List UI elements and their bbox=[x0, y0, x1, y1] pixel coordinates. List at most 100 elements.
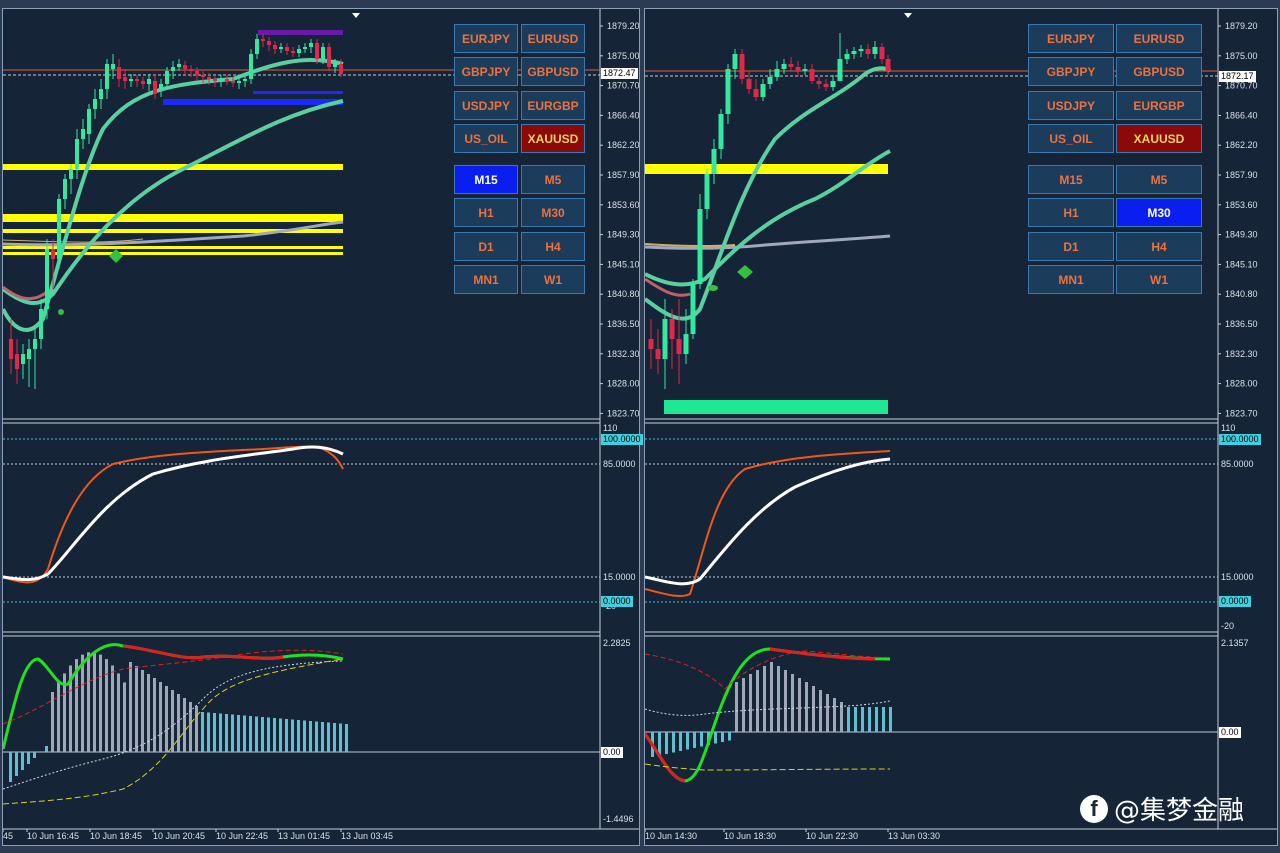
macd-bar bbox=[81, 654, 84, 752]
symbol-button-usdjpy[interactable]: USDJPY bbox=[454, 91, 518, 120]
candle-body bbox=[87, 109, 91, 134]
chart-window-left[interactable]: 1879.20 1875.00 1870.70 1866.40 1862.20 1857.… bbox=[2, 8, 643, 846]
symbol-button-us-oil[interactable]: US_OIL bbox=[454, 124, 518, 153]
macd-bar bbox=[309, 721, 312, 752]
symbol-button-eurgbp[interactable]: EURGBP bbox=[1116, 91, 1202, 120]
symbol-button-gbpusd[interactable]: GBPUSD bbox=[521, 57, 585, 86]
timeframe-button-m30[interactable]: M30 bbox=[1116, 198, 1202, 227]
macd-bar bbox=[345, 724, 348, 752]
candle-body bbox=[225, 79, 229, 81]
timeframe-button-m5[interactable]: M5 bbox=[1116, 165, 1202, 194]
candle-body bbox=[767, 77, 773, 84]
timeframe-button-h4[interactable]: H4 bbox=[1116, 232, 1202, 261]
candle-body bbox=[243, 79, 247, 81]
timeframe-button-h4[interactable]: H4 bbox=[521, 232, 585, 261]
macd-bar bbox=[243, 715, 246, 752]
candle-body bbox=[781, 64, 787, 69]
timeframe-button-h1[interactable]: H1 bbox=[454, 198, 518, 227]
symbol-button-eurgbp[interactable]: EURGBP bbox=[521, 91, 585, 120]
stoch-axis-15: 15.0000 bbox=[603, 572, 636, 582]
candle-body bbox=[760, 84, 766, 97]
timeframe-button-h1[interactable]: H1 bbox=[1028, 198, 1114, 227]
candle-body bbox=[823, 84, 829, 87]
candle-body bbox=[802, 69, 808, 71]
timeframe-button-w1[interactable]: W1 bbox=[521, 265, 585, 294]
candle-body bbox=[261, 39, 265, 41]
macd-bar bbox=[159, 682, 162, 752]
macd-bar bbox=[770, 662, 773, 732]
signal-dot bbox=[708, 285, 718, 291]
symbol-button-eurjpy[interactable]: EURJPY bbox=[1028, 24, 1114, 53]
candle-body bbox=[795, 67, 801, 71]
price-label: 1853.60 bbox=[1225, 200, 1258, 210]
price-label: 1845.10 bbox=[607, 259, 639, 269]
candle-body bbox=[648, 339, 654, 349]
symbol-button-gbpusd[interactable]: GBPUSD bbox=[1116, 57, 1202, 86]
symbol-button-us-oil[interactable]: US_OIL bbox=[1028, 124, 1114, 153]
macd-bar bbox=[255, 716, 258, 752]
stoch-main-line bbox=[3, 445, 344, 582]
timeframe-button-m15[interactable]: M15 bbox=[1028, 165, 1114, 194]
timeframe-button-d1[interactable]: D1 bbox=[454, 232, 518, 261]
price-label: 1875.00 bbox=[607, 51, 639, 61]
macd-bar bbox=[195, 706, 198, 752]
symbol-button-xauusd[interactable]: XAUUSD bbox=[1116, 124, 1202, 153]
macd-bar bbox=[249, 716, 252, 752]
time-label: 10 Jun 22:30 bbox=[806, 831, 858, 841]
timeframe-button-m5[interactable]: M5 bbox=[521, 165, 585, 194]
macd-bar bbox=[267, 717, 270, 752]
macd-bar bbox=[123, 682, 126, 752]
shift-marker[interactable] bbox=[352, 13, 360, 18]
macd-bar bbox=[147, 674, 150, 752]
stoch-axis-top: 110 bbox=[1221, 423, 1235, 433]
stoch-axis-85: 85.0000 bbox=[603, 459, 636, 469]
price-axis-left: 1879.20 1875.00 1870.70 1866.40 1862.20 1857.… bbox=[600, 21, 639, 418]
symbol-button-eurusd[interactable]: EURUSD bbox=[1116, 24, 1202, 53]
stoch-axis-15: 15.0000 bbox=[1221, 572, 1254, 582]
candle-body bbox=[303, 47, 307, 49]
candle-body bbox=[153, 81, 157, 94]
envelope-line bbox=[3, 285, 49, 301]
timeframe-button-mn1[interactable]: MN1 bbox=[1028, 265, 1114, 294]
timeframe-button-m30[interactable]: M30 bbox=[521, 198, 585, 227]
candle-body bbox=[753, 89, 759, 97]
price-label: 1866.40 bbox=[1225, 110, 1258, 120]
macd-bar bbox=[826, 694, 829, 732]
symbol-button-usdjpy[interactable]: USDJPY bbox=[1028, 91, 1114, 120]
stoch-axis-bottom: -20 bbox=[1221, 621, 1234, 631]
candle-body bbox=[93, 99, 97, 109]
candle-body bbox=[111, 64, 115, 69]
candle-body bbox=[57, 199, 61, 259]
support-zone bbox=[3, 246, 343, 249]
symbol-button-gbpjpy[interactable]: GBPJPY bbox=[1028, 57, 1114, 86]
price-label: 1870.70 bbox=[607, 81, 639, 91]
macd-bar bbox=[700, 732, 703, 747]
timeframe-button-d1[interactable]: D1 bbox=[1028, 232, 1114, 261]
macd-bar bbox=[819, 690, 822, 732]
macd-bar bbox=[315, 721, 318, 752]
symbol-button-gbpjpy[interactable]: GBPJPY bbox=[454, 57, 518, 86]
macd-bar bbox=[749, 674, 752, 732]
macd-axis-top: 2.2825 bbox=[603, 638, 631, 648]
macd-bar bbox=[686, 732, 689, 750]
candle-body bbox=[177, 64, 181, 67]
symbol-button-eurjpy[interactable]: EURJPY bbox=[454, 24, 518, 53]
timeframe-button-w1[interactable]: W1 bbox=[1116, 265, 1202, 294]
timeframe-button-mn1[interactable]: MN1 bbox=[454, 265, 518, 294]
symbol-button-xauusd[interactable]: XAUUSD bbox=[521, 124, 585, 153]
shift-marker[interactable] bbox=[904, 13, 912, 18]
price-label: 1870.70 bbox=[1225, 81, 1258, 91]
candle-body bbox=[201, 75, 205, 77]
chart-window-right[interactable]: 1879.20 1875.00 1870.70 1866.40 1862.20 1857.… bbox=[644, 8, 1278, 846]
macd-bar bbox=[225, 714, 228, 752]
macd-tag-zero: 0.00 bbox=[601, 747, 623, 758]
macd-bar bbox=[21, 752, 24, 770]
candle-body bbox=[255, 39, 259, 54]
price-label: 1828.00 bbox=[1225, 379, 1258, 389]
timeframe-button-m15[interactable]: M15 bbox=[454, 165, 518, 194]
signal-diamond bbox=[737, 265, 753, 279]
price-label: 1857.90 bbox=[607, 170, 639, 180]
price-label: 1879.20 bbox=[1225, 21, 1258, 31]
symbol-button-eurusd[interactable]: EURUSD bbox=[521, 24, 585, 53]
time-label: 45 bbox=[3, 831, 13, 841]
